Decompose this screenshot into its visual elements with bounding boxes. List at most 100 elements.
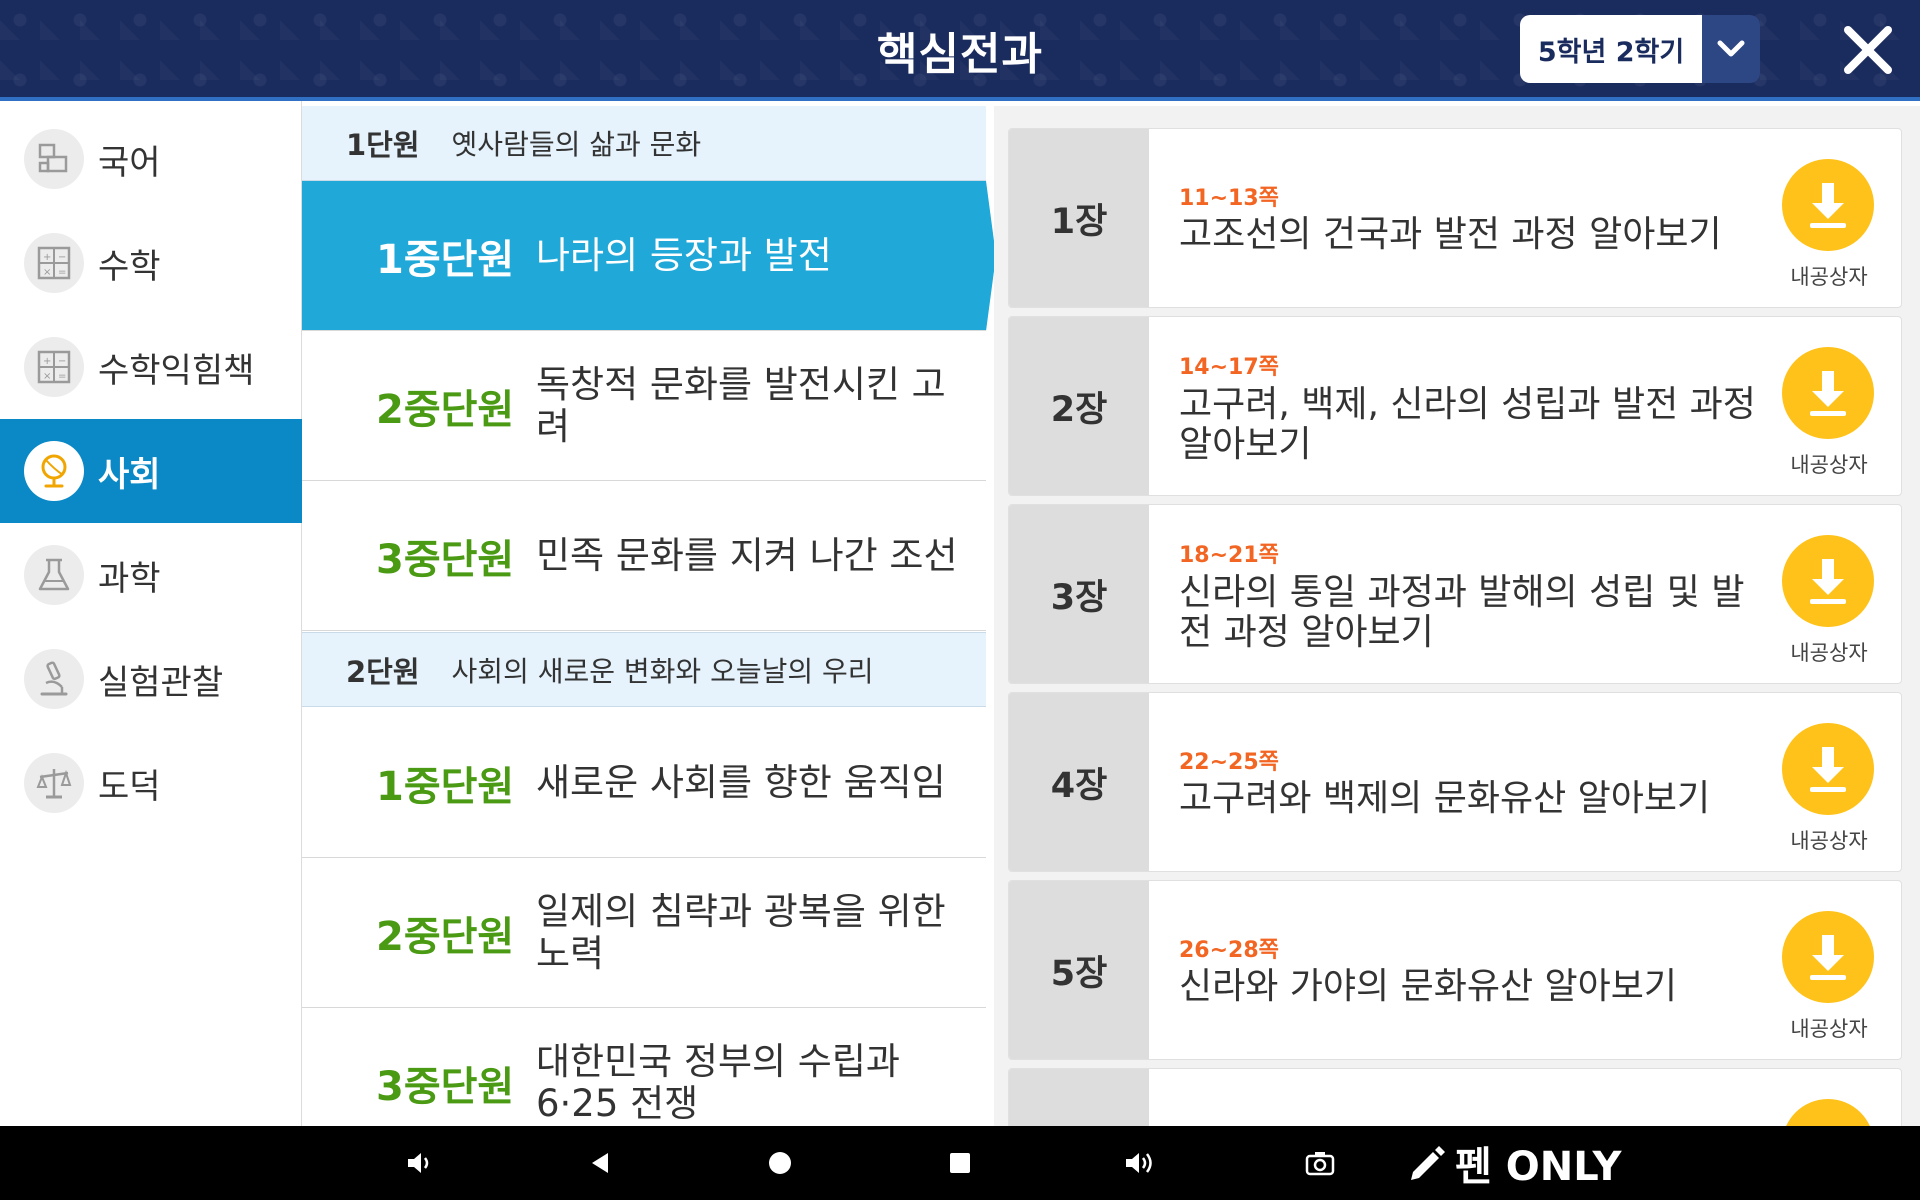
svg-text:−: − [58, 252, 66, 263]
sub-unit-item[interactable]: 1중단원 나라의 등장과 발전 [302, 181, 986, 331]
sidebar-item-science[interactable]: 과학 [0, 523, 302, 627]
svg-text:−: − [58, 356, 66, 367]
sidebar-item-experiment[interactable]: 실험관찰 [0, 627, 302, 731]
calculator-icon: + − × = [24, 233, 84, 293]
sub-unit-item[interactable]: 1중단원 새로운 사회를 향한 움직임 [302, 708, 986, 858]
chapter-title: 신라와 가야의 문화유산 알아보기 [1179, 966, 1678, 1007]
sidebar-item-label: 수학 [98, 246, 161, 287]
system-nav-bar: 펜 ONLY [0, 1126, 1920, 1200]
chapter-number: 1장 [1009, 129, 1149, 307]
download-icon[interactable] [1782, 911, 1874, 1003]
sidebar-item-math-workbook[interactable]: + − × = 수학익힘책 [0, 315, 302, 419]
sub-unit-number: 2중단원 [376, 386, 515, 433]
grade-select-value[interactable]: 5학년 2학기 [1520, 15, 1702, 83]
calculator-icon: + − × = [24, 337, 84, 397]
home-icon[interactable] [760, 1139, 800, 1187]
microscope-icon [24, 649, 84, 709]
sub-unit-item[interactable]: 2중단원 독창적 문화를 발전시킨 고려 [302, 331, 986, 481]
unit-header: 1단원 옛사람들의 삶과 문화 [302, 106, 986, 181]
volume-up-icon[interactable] [1120, 1139, 1160, 1187]
chapter-pages: 18~21쪽 [1179, 543, 1279, 568]
grade-select[interactable]: 5학년 2학기 [1520, 15, 1760, 83]
svg-text:+: + [43, 356, 51, 367]
sub-unit-title: 독창적 문화를 발전시킨 고려 [536, 362, 946, 448]
download-label[interactable]: 내공상자 [1759, 449, 1899, 479]
sub-unit-title: 대한민국 정부의 수립과 6·25 전쟁 [536, 1039, 900, 1125]
sidebar-item-label: 사회 [98, 454, 161, 495]
chapter-pages: 26~28쪽 [1179, 938, 1279, 963]
chapter-card[interactable]: 5장 26~28쪽 신라와 가야의 문화유산 알아보기 내공상자 [1008, 880, 1902, 1060]
download-icon[interactable] [1782, 723, 1874, 815]
svg-text:+: + [43, 252, 51, 263]
sub-unit-number: 3중단원 [376, 536, 515, 583]
sidebar-item-korean[interactable]: 국어 [0, 107, 302, 211]
sidebar-item-social[interactable]: 사회 [0, 419, 302, 523]
download-icon[interactable] [1782, 347, 1874, 439]
app-root: 핵심전과 5학년 2학기 국어 + − × = 수학 + − × = 수학익힘책… [0, 0, 1920, 1200]
chapter-number: 5장 [1009, 881, 1149, 1059]
subject-sidebar: 국어 + − × = 수학 + − × = 수학익힘책 사회 과학 실험관찰 도… [0, 101, 302, 1126]
chapter-title: 고구려와 백제의 문화유산 알아보기 [1179, 778, 1711, 819]
unit-number: 2단원 [346, 654, 420, 689]
svg-text:×: × [43, 267, 51, 278]
back-icon[interactable] [580, 1139, 620, 1187]
chapter-pages: 22~25쪽 [1179, 750, 1279, 775]
chapter-number: 4장 [1009, 693, 1149, 871]
pen-only-label: 펜 ONLY [1455, 1144, 1622, 1190]
close-icon[interactable] [1838, 20, 1898, 80]
sidebar-item-label: 도덕 [98, 766, 161, 807]
unit-header: 2단원 사회의 새로운 변화와 오늘날의 우리 [302, 632, 986, 707]
sub-unit-title: 나라의 등장과 발전 [536, 233, 832, 277]
sidebar-item-math[interactable]: + − × = 수학 [0, 211, 302, 315]
sidebar-item-ethics[interactable]: 도덕 [0, 731, 302, 835]
pen-only-toggle[interactable]: 펜 ONLY [1405, 1134, 1621, 1192]
chapter-title: 고조선의 건국과 발전 과정 알아보기 [1179, 214, 1722, 255]
download-label[interactable]: 내공상자 [1759, 261, 1899, 291]
pen-icon [1411, 1146, 1445, 1180]
sub-unit-item[interactable]: 2중단원 일제의 침략과 광복을 위한 노력 [302, 858, 986, 1008]
download-label[interactable]: 내공상자 [1759, 637, 1899, 667]
chapter-card[interactable]: 2장 14~17쪽 고구려, 백제, 신라의 성립과 발전 과정 알아보기 내공… [1008, 316, 1902, 496]
volume-down-icon[interactable] [400, 1139, 440, 1187]
sub-unit-number: 3중단원 [376, 1063, 515, 1110]
download-label[interactable]: 내공상자 [1759, 1013, 1899, 1043]
sub-unit-number: 1중단원 [376, 763, 515, 810]
download-label[interactable]: 내공상자 [1759, 825, 1899, 855]
chapter-list: 1장 11~13쪽 고조선의 건국과 발전 과정 알아보기 내공상자 2장 14… [994, 106, 1920, 1126]
unit-title: 사회의 새로운 변화와 오늘날의 우리 [451, 654, 874, 688]
chapter-title: 신라의 통일 과정과 발해의 성립 및 발전 과정 알아보기 [1179, 572, 1745, 653]
sub-unit-item[interactable]: 3중단원 민족 문화를 지켜 나간 조선 [302, 481, 986, 631]
svg-text:=: = [58, 371, 66, 382]
screenshot-camera-icon[interactable] [1300, 1139, 1340, 1187]
chevron-down-icon[interactable] [1702, 15, 1760, 83]
language-book-icon [24, 129, 84, 189]
chapter-number: 2장 [1009, 317, 1149, 495]
sub-unit-number: 2중단원 [376, 913, 515, 960]
chapter-pages: 14~17쪽 [1179, 355, 1279, 380]
sidebar-item-label: 과학 [98, 558, 161, 599]
download-icon[interactable] [1782, 159, 1874, 251]
sub-unit-number: 1중단원 [376, 236, 515, 283]
chapter-card[interactable]: 1장 11~13쪽 고조선의 건국과 발전 과정 알아보기 내공상자 [1008, 128, 1902, 308]
sub-unit-title: 새로운 사회를 향한 움직임 [536, 760, 946, 804]
sub-unit-title: 일제의 침략과 광복을 위한 노력 [536, 889, 946, 975]
chapter-card[interactable] [1008, 1068, 1902, 1126]
chapter-title: 고구려, 백제, 신라의 성립과 발전 과정 알아보기 [1179, 384, 1756, 465]
recents-icon[interactable] [940, 1139, 980, 1187]
chapter-number: 3장 [1009, 505, 1149, 683]
download-icon[interactable] [1782, 1099, 1874, 1126]
svg-text:=: = [58, 267, 66, 278]
scale-icon [24, 753, 84, 813]
download-icon[interactable] [1782, 535, 1874, 627]
unit-number: 1단원 [346, 128, 420, 162]
unit-title: 옛사람들의 삶과 문화 [451, 128, 702, 161]
svg-text:×: × [43, 371, 51, 382]
chapter-card[interactable]: 4장 22~25쪽 고구려와 백제의 문화유산 알아보기 내공상자 [1008, 692, 1902, 872]
sidebar-item-label: 국어 [98, 142, 161, 183]
chapter-pages: 11~13쪽 [1179, 186, 1279, 211]
chapter-card[interactable]: 3장 18~21쪽 신라의 통일 과정과 발해의 성립 및 발전 과정 알아보기… [1008, 504, 1902, 684]
sub-unit-title: 민족 문화를 지켜 나간 조선 [536, 533, 958, 577]
chapter-number [1009, 1069, 1149, 1126]
unit-list: 1단원 옛사람들의 삶과 문화 1중단원 나라의 등장과 발전 2중단원 독창적… [302, 106, 986, 1126]
sub-unit-item[interactable]: 3중단원 대한민국 정부의 수립과 6·25 전쟁 [302, 1008, 986, 1126]
